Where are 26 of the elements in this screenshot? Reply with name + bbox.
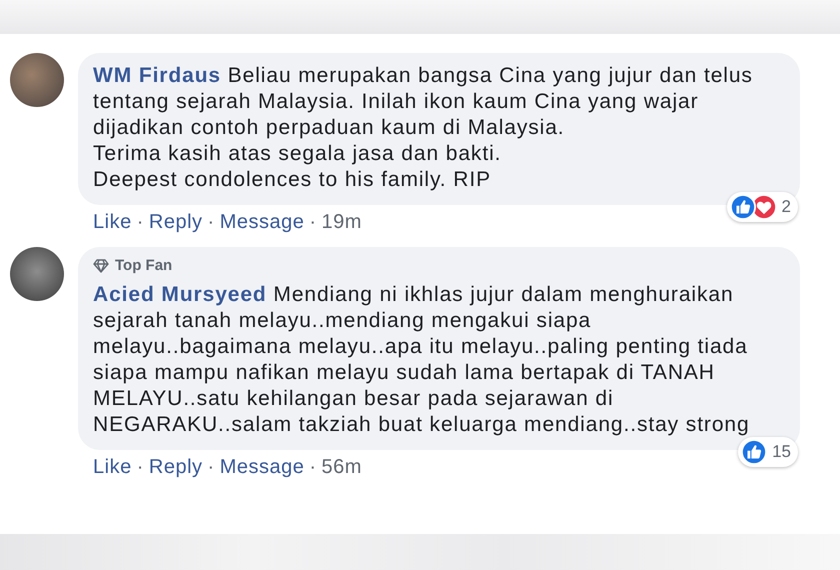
thumbs-up-icon bbox=[730, 194, 756, 220]
separator-dot: · bbox=[136, 210, 144, 235]
separator-dot: · bbox=[309, 455, 317, 480]
comment-action-link[interactable]: Reply bbox=[148, 209, 203, 235]
comment-action-link[interactable]: Message bbox=[220, 209, 304, 235]
diamond-icon bbox=[93, 258, 109, 272]
separator-dot: · bbox=[208, 455, 215, 480]
comment-time: 19m bbox=[322, 210, 362, 235]
author-link[interactable]: Acied Mursyeed bbox=[93, 283, 267, 306]
comment-text: WM Firdaus Beliau merupakan bangsa Cina yang jujur dan telus tentang sejarah Malaysia. Inilah ikon kaum Cina yang wajar dijadikan contoh perpaduan kaum di Malaysia. Terima kasih atas segala jasa dan bakti. Deepest condolences to his family. RIP bbox=[93, 63, 754, 193]
comment-action-link[interactable]: Reply bbox=[148, 454, 203, 480]
separator-dot: · bbox=[309, 210, 317, 235]
reaction-pill[interactable]: 2 bbox=[726, 192, 798, 222]
comment-action-link[interactable]: Like bbox=[93, 454, 132, 480]
comment-action-link[interactable]: Message bbox=[220, 454, 304, 480]
avatar-photo-placeholder bbox=[10, 247, 64, 301]
separator-dot: · bbox=[136, 455, 144, 480]
comment-time: 56m bbox=[322, 455, 362, 480]
comment-text: Acied Mursyeed Mendiang ni ikhlas jujur dalam menghuraikan sejarah tanah melayu..mendiang mengakui siapa melayu..bagaimana melayu..apa itu melayu..paling penting tiada siapa mampu nafikan melayu sudah lama bertapak di TANAH MELAYU..satu kehilangan besar pada sejarawan di NEGARAKU..salam takziah buat keluarga mendiang..stay strong bbox=[93, 282, 751, 438]
reaction-pill[interactable]: 15 bbox=[738, 437, 798, 467]
separator-dot: · bbox=[208, 210, 215, 235]
thumbs-up-icon bbox=[741, 439, 768, 465]
top-fan-badge-label: Top Fan bbox=[115, 257, 172, 274]
comment-action-link[interactable]: Like bbox=[93, 209, 132, 235]
avatar-photo-placeholder bbox=[10, 53, 64, 107]
author-link[interactable]: WM Firdaus bbox=[93, 64, 221, 87]
